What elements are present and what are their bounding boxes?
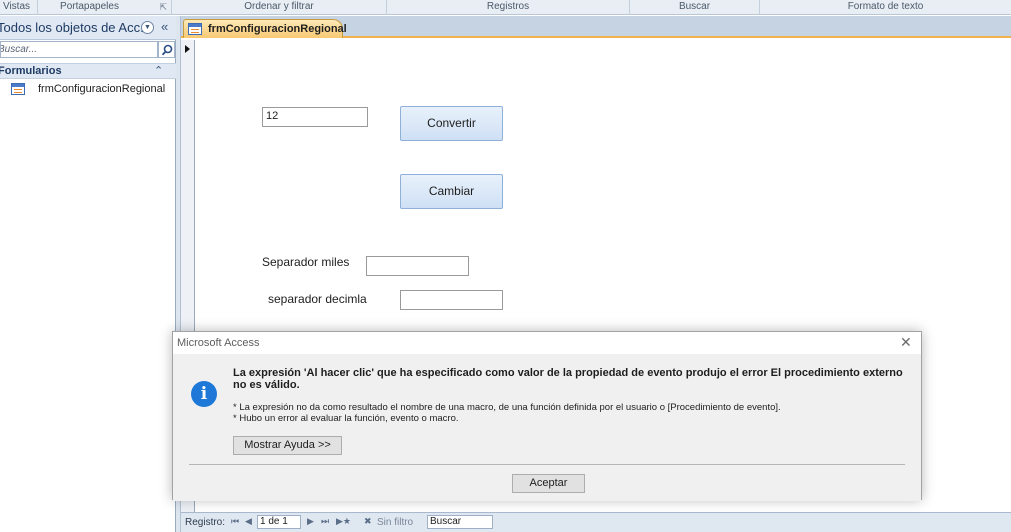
filter-status[interactable]: Sin filtro — [377, 517, 413, 528]
ribbon-group-buscar: Buscar — [630, 0, 760, 15]
record-label: Registro: — [185, 517, 226, 528]
current-record-arrow-icon — [185, 45, 190, 53]
first-record-icon[interactable]: ⏮ — [231, 516, 239, 527]
filter-icon: ✖ — [364, 516, 372, 526]
error-dialog: Microsoft Access ✕ i La expresión 'Al ha… — [172, 331, 922, 501]
dialog-detail-line: * Hubo un error al evaluar la función, e… — [233, 413, 459, 424]
info-icon: i — [191, 381, 217, 407]
ribbon-group-formato-texto: Formato de texto — [847, 1, 924, 12]
navigation-pane: Todos los objetos de Acc... ▼ « Buscar..… — [0, 16, 176, 532]
dialog-message: La expresión 'Al hacer clic' que ha espe… — [233, 367, 903, 391]
nav-pane-header[interactable]: Todos los objetos de Acc... ▼ « — [0, 16, 176, 40]
number-input[interactable]: 12 — [262, 107, 368, 127]
nav-group-label: Formularios — [0, 65, 62, 77]
ribbon-group-vistas: Vistas — [0, 0, 38, 15]
nav-search-input[interactable]: Buscar... — [0, 41, 158, 58]
last-record-icon[interactable]: ⏭ — [321, 516, 329, 527]
record-navigation-bar: Registro: ⏮ ◀ 1 de 1 ▶ ⏭ ▶★ ✖ Sin filtro… — [181, 512, 1011, 532]
ribbon-group-registros: Registros — [387, 0, 630, 15]
chevron-down-icon[interactable]: ▼ — [141, 21, 154, 34]
ribbon-group-labels: Vistas Portapapeles ⇱ Ordenar y filtrar … — [0, 0, 1011, 15]
ribbon-group-portapapeles-label: Portapapeles — [60, 1, 119, 12]
dialog-details: * La expresión no da como resultado el n… — [233, 402, 913, 424]
collapse-pane-icon[interactable]: « — [161, 19, 168, 34]
chevron-up-icon[interactable]: ⌃ — [154, 64, 163, 77]
previous-record-icon[interactable]: ◀ — [245, 516, 252, 527]
form-icon — [188, 23, 202, 35]
ok-button[interactable]: Aceptar — [512, 474, 585, 493]
thousands-separator-field[interactable] — [366, 256, 469, 276]
document-tab-strip: frmConfiguracionRegional — [181, 16, 1011, 38]
nav-pane-title[interactable]: Todos los objetos de Acc... — [0, 20, 151, 35]
convert-button[interactable]: Convertir — [400, 106, 503, 141]
record-search-input[interactable]: Buscar — [427, 515, 493, 529]
new-record-icon[interactable]: ▶★ — [336, 516, 351, 527]
dialog-body: i La expresión 'Al hacer clic' que ha es… — [173, 354, 921, 501]
change-button[interactable]: Cambiar — [400, 174, 503, 209]
tab-label: frmConfiguracionRegional — [208, 23, 347, 35]
form-icon — [11, 83, 25, 95]
nav-item-label: frmConfiguracionRegional — [38, 83, 166, 95]
ribbon-group-ordenar-filtrar: Ordenar y filtrar — [172, 0, 387, 15]
show-help-button[interactable]: Mostrar Ayuda >> — [233, 436, 342, 455]
dialog-title: Microsoft Access — [177, 337, 260, 349]
decimal-separator-field[interactable] — [400, 290, 503, 310]
dialog-detail-line: * La expresión no da como resultado el n… — [233, 402, 781, 413]
thousands-separator-label: Separador miles — [262, 255, 350, 269]
search-button[interactable] — [158, 41, 175, 58]
decimal-separator-label: separador decimla — [268, 292, 367, 306]
nav-item-frmconfiguracionregional[interactable]: frmConfiguracionRegional — [0, 80, 176, 98]
close-icon[interactable]: ✕ — [900, 334, 912, 351]
current-record-field[interactable]: 1 de 1 — [257, 515, 301, 529]
dialog-separator — [189, 464, 905, 465]
nav-group-formularios[interactable]: Formularios ⌃ — [0, 63, 176, 79]
next-record-icon[interactable]: ▶ — [307, 516, 314, 527]
ribbon-group-portapapeles: Portapapeles ⇱ — [38, 0, 172, 15]
dialog-launcher-icon[interactable]: ⇱ — [159, 0, 167, 14]
search-icon — [161, 44, 173, 56]
tab-frmconfiguracionregional[interactable]: frmConfiguracionRegional — [183, 19, 347, 38]
